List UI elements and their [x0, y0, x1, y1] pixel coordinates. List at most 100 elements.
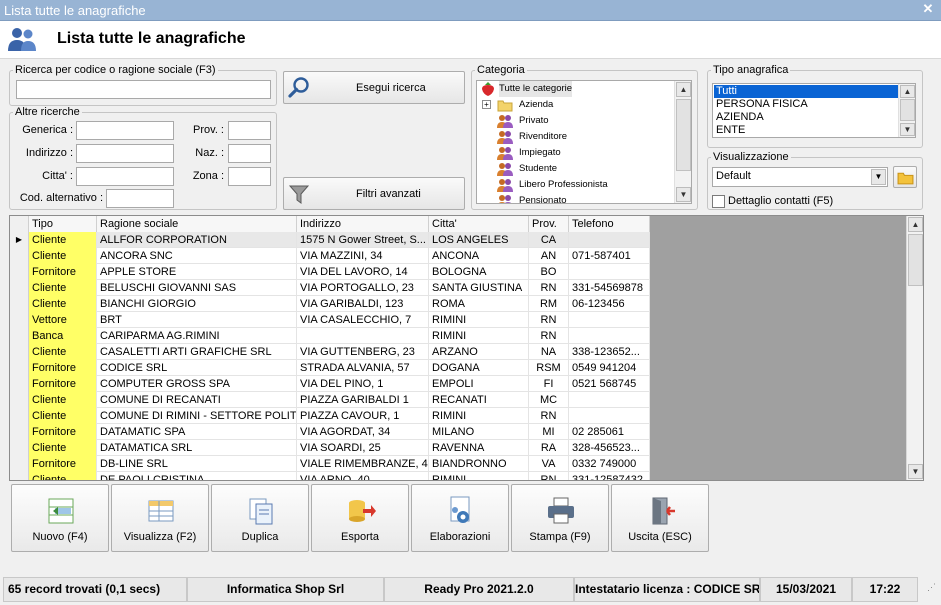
row-indicator[interactable] [10, 376, 29, 392]
row-indicator[interactable] [10, 360, 29, 376]
print-button[interactable]: Stampa (F9) [511, 484, 609, 552]
view-button[interactable]: Visualizza (F2) [111, 484, 209, 552]
cell-telefono[interactable]: 331-12587432 [569, 472, 650, 480]
cell-telefono[interactable]: 02 285061 [569, 424, 650, 440]
categoria-item-pensionato[interactable]: Pensionato [519, 193, 567, 203]
table-row[interactable]: Fornitore DATAMATIC SPA VIA AGORDAT, 34 MIL… [10, 424, 650, 440]
categoria-item-libero-professionista[interactable]: Libero Professionista [519, 177, 608, 193]
cell-telefono[interactable]: 0332 749000 [569, 456, 650, 472]
cell-indirizzo[interactable]: VIA DEL LAVORO, 14 [297, 264, 429, 280]
categoria-scrollbar[interactable]: ▲ ▼ [674, 81, 691, 203]
cell-ragione-sociale[interactable]: APPLE STORE [97, 264, 297, 280]
cell-citta[interactable]: BIANDRONNO [429, 456, 529, 472]
cell-telefono[interactable]: 338-123652... [569, 344, 650, 360]
scroll-up-icon[interactable]: ▲ [900, 85, 915, 98]
row-indicator[interactable] [10, 392, 29, 408]
cell-ragione-sociale[interactable]: BIANCHI GIORGIO [97, 296, 297, 312]
cell-prov[interactable]: MC [529, 392, 569, 408]
row-indicator[interactable] [10, 440, 29, 456]
indirizzo-input[interactable] [76, 144, 174, 163]
cell-prov[interactable]: RN [529, 408, 569, 424]
cell-telefono[interactable] [569, 392, 650, 408]
cell-citta[interactable]: ANCONA [429, 248, 529, 264]
search-button[interactable]: Esegui ricerca [283, 71, 465, 104]
table-row[interactable]: Fornitore DB-LINE SRL VIALE RIMEMBRANZE, 4… [10, 456, 650, 472]
table-row[interactable]: Vettore BRT VIA CASALECCHIO, 7 RIMINI RN [10, 312, 650, 328]
close-icon[interactable]: ✕ [921, 2, 935, 16]
row-indicator[interactable] [10, 408, 29, 424]
cell-prov[interactable]: RN [529, 472, 569, 480]
cell-ragione-sociale[interactable]: COMPUTER GROSS SPA [97, 376, 297, 392]
row-indicator[interactable] [10, 280, 29, 296]
new-button[interactable]: Nuovo (F4) [11, 484, 109, 552]
cell-ragione-sociale[interactable]: ANCORA SNC [97, 248, 297, 264]
chevron-down-icon[interactable]: ▼ [871, 169, 886, 185]
cell-tipo[interactable]: Vettore [29, 312, 97, 328]
cell-ragione-sociale[interactable]: CODICE SRL [97, 360, 297, 376]
cell-prov[interactable]: CA [529, 232, 569, 248]
cell-tipo[interactable]: Banca [29, 328, 97, 344]
cell-prov[interactable]: RN [529, 280, 569, 296]
cell-indirizzo[interactable]: PIAZZA GARIBALDI 1 [297, 392, 429, 408]
cell-telefono[interactable] [569, 232, 650, 248]
cell-indirizzo[interactable]: VIA DEL PINO, 1 [297, 376, 429, 392]
cell-citta[interactable]: RIMINI [429, 472, 529, 480]
col-header-tipo[interactable]: Tipo [29, 216, 97, 232]
table-row[interactable]: Cliente BELUSCHI GIOVANNI SAS VIA PORTOGAL… [10, 280, 650, 296]
cell-citta[interactable]: ROMA [429, 296, 529, 312]
categoria-item-impiegato[interactable]: Impiegato [519, 145, 561, 161]
cell-tipo[interactable]: Fornitore [29, 264, 97, 280]
tipo-anagrafica-list[interactable]: Tutti PERSONA FISICA AZIENDA ENTE ▲ ▼ [712, 83, 916, 138]
cell-indirizzo[interactable]: PIAZZA CAVOUR, 1 [297, 408, 429, 424]
cell-ragione-sociale[interactable]: CARIPARMA AG.RIMINI [97, 328, 297, 344]
cell-indirizzo[interactable]: 1575 N Gower Street, S... [297, 232, 429, 248]
cell-telefono[interactable]: 0521 568745 [569, 376, 650, 392]
cell-indirizzo[interactable]: VIALE RIMEMBRANZE, 47 [297, 456, 429, 472]
cell-indirizzo[interactable]: VIA PORTOGALLO, 23 [297, 280, 429, 296]
cell-citta[interactable]: RAVENNA [429, 440, 529, 456]
cell-ragione-sociale[interactable]: DE PAOLI CRISTINA [97, 472, 297, 480]
cell-tipo[interactable]: Fornitore [29, 376, 97, 392]
cell-citta[interactable]: DOGANA [429, 360, 529, 376]
cell-tipo[interactable]: Cliente [29, 344, 97, 360]
table-row[interactable]: Cliente CASALETTI ARTI GRAFICHE SRL VIA GU… [10, 344, 650, 360]
scroll-down-icon[interactable]: ▼ [908, 464, 923, 479]
cell-tipo[interactable]: Cliente [29, 248, 97, 264]
cell-prov[interactable]: RA [529, 440, 569, 456]
cell-ragione-sociale[interactable]: ALLFOR CORPORATION [97, 232, 297, 248]
advanced-filters-button[interactable]: Filtri avanzati [283, 177, 465, 210]
categoria-item-studente[interactable]: Studente [519, 161, 557, 177]
cell-prov[interactable]: RM [529, 296, 569, 312]
table-row[interactable]: ▶ Cliente ALLFOR CORPORATION 1575 N Gower S… [10, 232, 650, 248]
table-row[interactable]: Fornitore APPLE STORE VIA DEL LAVORO, 14 BO… [10, 264, 650, 280]
tipo-item-persona-fisica[interactable]: PERSONA FISICA [714, 98, 808, 111]
records-grid[interactable]: Tipo Ragione sociale Indirizzo Citta' Pr… [9, 215, 924, 481]
categoria-tree[interactable]: Tutte le categorie + Azienda Privato Riv… [476, 80, 692, 204]
detail-contacts-checkbox[interactable] [712, 195, 725, 208]
cell-tipo[interactable]: Cliente [29, 472, 97, 480]
open-folder-button[interactable] [893, 166, 917, 188]
cell-tipo[interactable]: Fornitore [29, 360, 97, 376]
tipo-item-azienda[interactable]: AZIENDA [714, 111, 764, 124]
tree-expand-icon[interactable]: + [482, 100, 491, 109]
table-row[interactable]: Cliente DATAMATICA SRL VIA SOARDI, 25 RAVEN… [10, 440, 650, 456]
col-header-prov[interactable]: Prov. [529, 216, 569, 232]
resize-grip-icon[interactable]: ⋰ [920, 582, 936, 598]
col-header-indirizzo[interactable]: Indirizzo [297, 216, 429, 232]
cell-citta[interactable]: EMPOLI [429, 376, 529, 392]
row-indicator[interactable] [10, 456, 29, 472]
cell-ragione-sociale[interactable]: DATAMATIC SPA [97, 424, 297, 440]
row-indicator[interactable] [10, 328, 29, 344]
search-input[interactable] [16, 80, 271, 99]
current-row-icon[interactable]: ▶ [10, 232, 29, 248]
cell-prov[interactable]: AN [529, 248, 569, 264]
cell-telefono[interactable]: 0549 941204 [569, 360, 650, 376]
tipo-item-tutti[interactable]: Tutti [714, 85, 898, 98]
cell-prov[interactable]: BO [529, 264, 569, 280]
scroll-down-icon[interactable]: ▼ [900, 123, 915, 136]
cell-prov[interactable]: RSM [529, 360, 569, 376]
col-header-ragione-sociale[interactable]: Ragione sociale [97, 216, 297, 232]
cell-indirizzo[interactable]: VIA MAZZINI, 34 [297, 248, 429, 264]
cell-telefono[interactable] [569, 408, 650, 424]
cell-indirizzo[interactable]: VIA ARNO, 40 [297, 472, 429, 480]
